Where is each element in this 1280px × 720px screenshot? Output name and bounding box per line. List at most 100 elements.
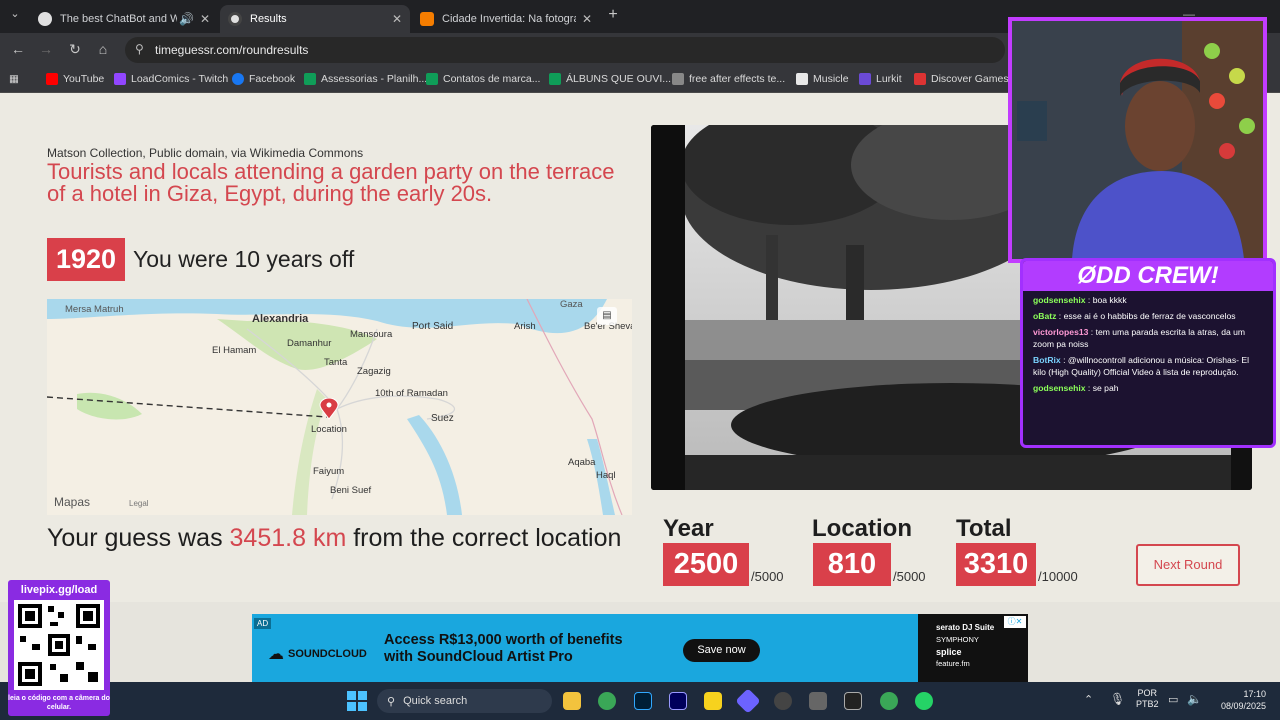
taskbar-search-box[interactable]: ⚲ Quick search: [377, 689, 552, 713]
soundcloud-ad[interactable]: [252, 614, 1028, 682]
home-icon[interactable]: ⌂: [94, 41, 112, 57]
map-label: Suez: [431, 413, 454, 424]
premiere-icon[interactable]: [669, 692, 687, 710]
ad-info-close-icon[interactable]: ⓘ✕: [1004, 616, 1026, 628]
bookmark-assessorias[interactable]: Assessorias - Planilh...: [304, 73, 427, 85]
bookmark-label: YouTube: [63, 73, 105, 85]
tab-title: Results: [250, 13, 287, 25]
new-tab-plus-icon[interactable]: +: [604, 6, 622, 24]
back-arrow-icon[interactable]: ←: [9, 41, 27, 57]
map-brand: Mapas: [54, 495, 91, 509]
ad-headline-line-2: with SoundCloud Artist Pro: [384, 649, 573, 665]
obs-icon[interactable]: [774, 692, 792, 710]
microphone-icon[interactable]: 🎙: [1110, 692, 1125, 706]
livepix-qr-panel: livepix.gg/load leia o código com a câme…: [8, 580, 110, 716]
map-label: Zagazig: [357, 366, 391, 377]
clock-time: 17:10: [1243, 689, 1266, 699]
close-tab-icon[interactable]: ✕: [582, 12, 592, 26]
year-score-max: /5000: [751, 569, 784, 584]
tab-list-chevron-icon[interactable]: ⌄: [6, 7, 24, 20]
map-label: Mersa Matruh: [65, 304, 124, 315]
network-icon[interactable]: ▭: [1168, 693, 1178, 706]
volume-icon[interactable]: 🔈: [1187, 692, 1202, 706]
qr-code-icon: [14, 600, 104, 690]
ad-save-now-button[interactable]: Save now: [683, 639, 760, 662]
tab-results[interactable]: Results ✕: [220, 5, 410, 33]
bookmark-youtube[interactable]: YouTube: [46, 73, 104, 85]
map-canvas: [47, 299, 632, 515]
sticky-notes-icon[interactable]: [704, 692, 722, 710]
result-map[interactable]: Mersa Matruh Alexandria Port Said Gaza E…: [47, 299, 632, 515]
close-tab-icon[interactable]: ✕: [392, 12, 402, 26]
chat-text: : boa kkkk: [1085, 295, 1127, 305]
site-info-icon[interactable]: ⚲: [135, 42, 144, 56]
ad-partner: splice: [936, 647, 962, 657]
bookmark-label: free after effects te...: [689, 73, 786, 85]
search-label: Quick search: [403, 695, 468, 707]
windows-start-icon[interactable]: [347, 691, 367, 711]
bookmark-after-effects[interactable]: free after effects te...: [672, 73, 785, 85]
close-tab-icon[interactable]: ✕: [200, 12, 210, 26]
ad-partner: SYMPHONY: [936, 635, 979, 644]
facebook-icon: [232, 73, 244, 85]
sheets-icon: [549, 73, 561, 85]
map-label: Arish: [514, 321, 536, 332]
location-score-max: /5000: [893, 569, 926, 584]
bookmark-label: Assessorias - Planilh...: [321, 73, 428, 85]
map-label: El Hamam: [212, 345, 257, 356]
chat-message: godsensehix : se pah: [1023, 379, 1273, 395]
tab-title: The best ChatBot and Widg: [60, 13, 177, 25]
apple-maps-logo: Mapas: [54, 495, 90, 509]
chat-text: : esse ai é o habbibs de ferraz de vasco…: [1056, 311, 1236, 321]
image-credit: Matson Collection, Public domain, via Wi…: [47, 146, 364, 160]
bookmark-lurkit[interactable]: Lurkit: [859, 73, 902, 85]
apps-grid-icon[interactable]: ▦: [9, 73, 19, 85]
soundcloud-logo: ☁ SOUNDCLOUD: [268, 644, 367, 664]
file-explorer-icon[interactable]: [563, 692, 581, 710]
chat-text: : @willnocontroll adicionou a música: Or…: [1033, 355, 1250, 377]
chat-username: godsensehix: [1033, 383, 1086, 393]
speaker-icon[interactable]: 🔊: [179, 12, 194, 26]
next-round-button[interactable]: Next Round: [1136, 544, 1240, 586]
bookmark-contatos[interactable]: Contatos de marca...: [426, 73, 540, 85]
map-label: Faiyum: [313, 466, 345, 477]
address-bar[interactable]: ⚲ timeguessr.com/roundresults: [125, 37, 1005, 63]
map-type-icon[interactable]: ▤: [597, 307, 617, 325]
year-score-label: Year: [663, 515, 714, 542]
chat-username: BotRix: [1033, 355, 1061, 365]
tab-cidade-invertida[interactable]: Cidade Invertida: Na fotografia ✕: [412, 5, 600, 33]
bookmark-label: Facebook: [249, 73, 296, 85]
games-icon: [914, 73, 926, 85]
ad-partner: feature.fm: [936, 659, 970, 668]
language-indicator[interactable]: POR PTB2: [1136, 688, 1159, 710]
bookmark-musicle[interactable]: Musicle: [796, 73, 849, 85]
chat-message: godsensehix : boa kkkk: [1023, 291, 1273, 307]
bookmark-discover-games[interactable]: Discover Games -: [914, 73, 1015, 85]
qr-caption: leia o código com a câmera do celular.: [8, 695, 110, 711]
tab-chatbot[interactable]: The best ChatBot and Widg 🔊 ✕: [30, 5, 218, 33]
terminal-icon[interactable]: [844, 692, 862, 710]
app-icon[interactable]: [809, 692, 827, 710]
bookmark-facebook[interactable]: Facebook: [232, 73, 295, 85]
keyboard-layout: PTB2: [1136, 699, 1159, 709]
photoshop-icon[interactable]: [634, 692, 652, 710]
map-label: Beni Suef: [330, 485, 372, 496]
taskbar-clock[interactable]: 17:10 08/09/2025: [1208, 688, 1266, 712]
search-icon: ⚲: [387, 695, 396, 708]
map-legal-link[interactable]: Legal: [129, 499, 149, 508]
chrome-icon[interactable]: [598, 692, 616, 710]
chrome-profile-icon[interactable]: [880, 692, 898, 710]
chat-message: BotRix : @willnocontroll adicionou a mús…: [1023, 351, 1273, 379]
reload-icon[interactable]: ↻: [66, 41, 84, 58]
bookmark-twitch[interactable]: LoadComics - Twitch: [114, 73, 228, 85]
webcam-image: [1012, 21, 1263, 259]
total-score-max: /10000: [1038, 569, 1078, 584]
ad-partner: serato DJ Suite: [936, 623, 995, 632]
bookmark-albuns[interactable]: ÁLBUNS QUE OUVI...: [549, 73, 671, 85]
bookmark-label: Lurkit: [876, 73, 902, 85]
forward-arrow-icon[interactable]: →: [37, 41, 55, 57]
whatsapp-icon[interactable]: [915, 692, 933, 710]
chat-username: godsensehix: [1033, 295, 1086, 305]
url-text: timeguessr.com/roundresults: [155, 43, 309, 57]
tray-chevron-icon[interactable]: ⌃: [1084, 693, 1093, 706]
